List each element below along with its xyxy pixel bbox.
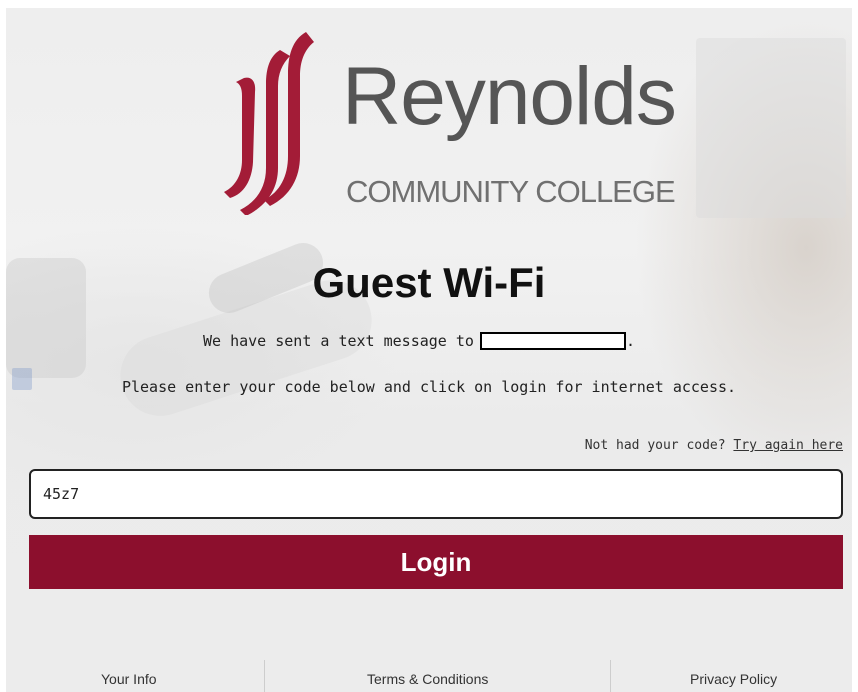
footer-link-your-info[interactable]: Your Info bbox=[101, 670, 157, 688]
background-shelf bbox=[696, 38, 846, 218]
footer-link-privacy[interactable]: Privacy Policy bbox=[690, 670, 777, 688]
college-logo: Reynolds COMMUNITY COLLEGE bbox=[222, 30, 677, 215]
footer: Your Info Terms & Conditions Privacy Pol… bbox=[6, 660, 852, 692]
try-again-link[interactable]: Try again here bbox=[733, 438, 843, 453]
college-logo-name: Reynolds bbox=[342, 51, 677, 142]
retry-prompt: Not had your code? bbox=[584, 438, 726, 453]
sent-message-text: We have sent a text message to bbox=[203, 332, 474, 350]
sent-message: We have sent a text message to . bbox=[203, 330, 635, 352]
footer-divider bbox=[264, 660, 265, 692]
college-logo-mark bbox=[224, 32, 314, 215]
redacted-phone-number bbox=[479, 332, 626, 350]
guest-wifi-page: Reynolds COMMUNITY COLLEGE Guest Wi-Fi W… bbox=[0, 0, 858, 692]
code-input[interactable] bbox=[29, 469, 843, 519]
footer-link-terms[interactable]: Terms & Conditions bbox=[367, 670, 488, 688]
instruction-text: Please enter your code below and click o… bbox=[121, 378, 737, 396]
college-logo-subtitle: COMMUNITY COLLEGE bbox=[346, 174, 676, 209]
login-button[interactable]: Login bbox=[29, 535, 843, 589]
footer-divider bbox=[610, 660, 611, 692]
sent-message-suffix: . bbox=[625, 332, 635, 350]
retry-line: Not had your code? Try again here bbox=[585, 437, 843, 455]
page-title: Guest Wi-Fi bbox=[312, 259, 546, 306]
